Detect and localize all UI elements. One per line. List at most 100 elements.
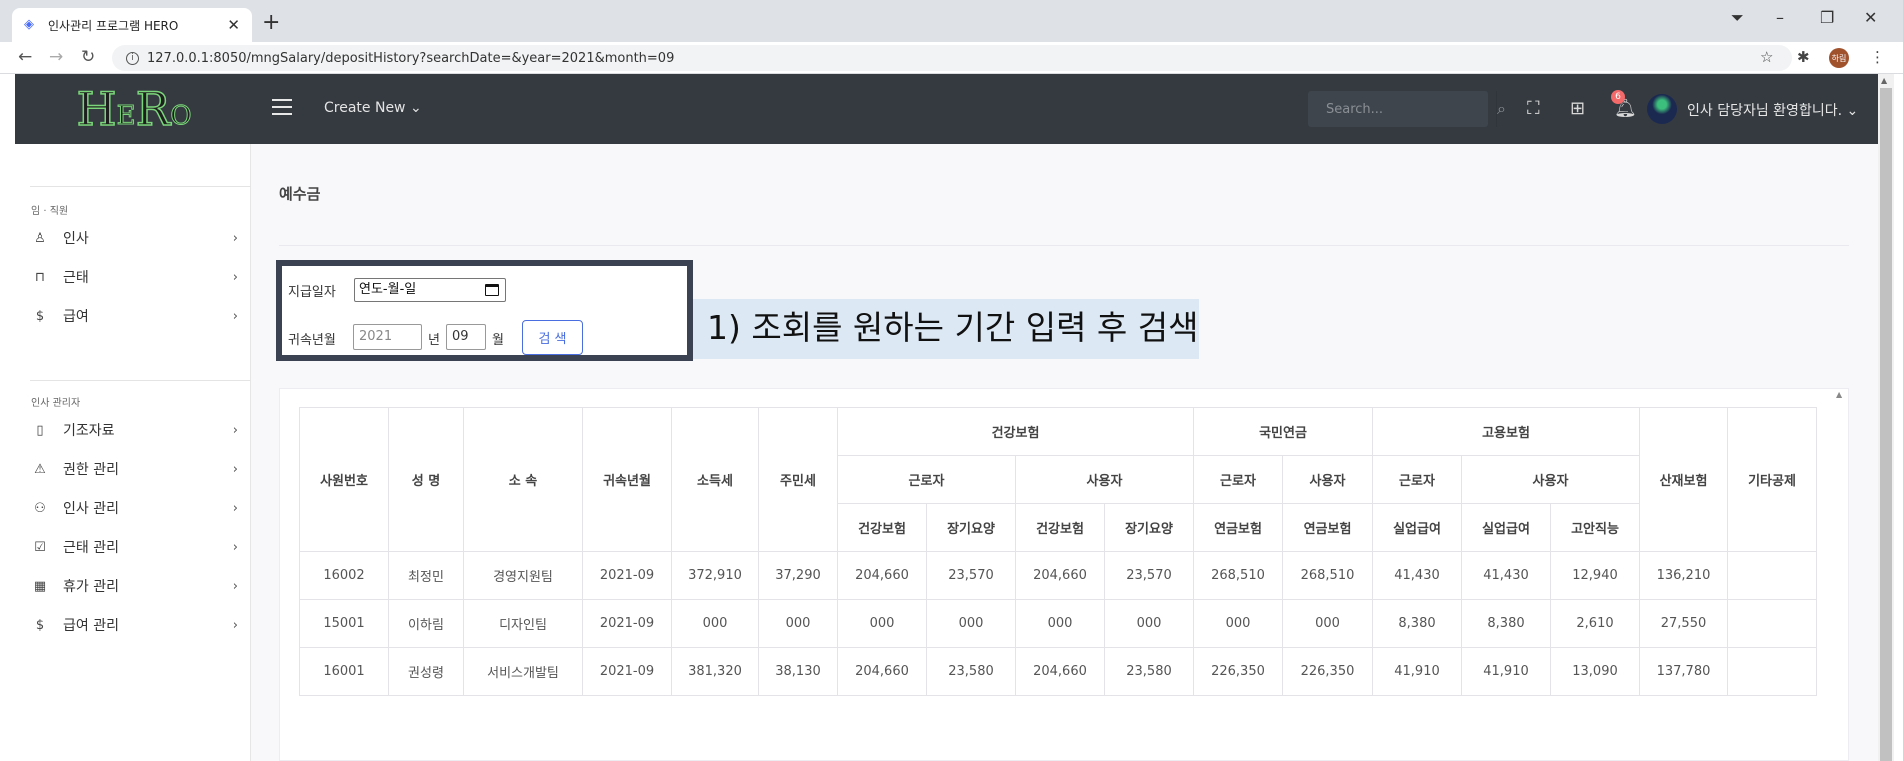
browser-profile-avatar[interactable]: 하림 (1829, 48, 1849, 68)
sidebar-section-employee: 임 · 직원 (31, 206, 69, 217)
sidebar-divider (30, 186, 251, 187)
window-close-icon[interactable]: ✕ (1864, 8, 1877, 27)
col-belong-month: 귀속년월 (582, 407, 672, 552)
table-cell: 2021-09 (582, 551, 672, 600)
restore-icon[interactable]: ❐ (1820, 8, 1834, 27)
card-scroll-up-icon[interactable]: ▲ (1836, 390, 1842, 399)
sidebar-item-hr[interactable]: ♙ 인사 › (31, 226, 246, 250)
sidebar-item-salary[interactable]: $ 급여 › (31, 304, 246, 328)
table-cell: 381,320 (671, 647, 759, 696)
table-cell: 디자인팀 (463, 599, 583, 648)
extensions-icon[interactable]: ✱ (1797, 48, 1810, 66)
table-row[interactable]: 16002 최정민 경영지원팀 2021-09 372,910 37,290 2… (299, 551, 1817, 600)
search-icon[interactable]: ⌕ (1496, 91, 1506, 127)
create-new-dropdown[interactable]: Create New ⌄ (324, 100, 422, 116)
calendar-picker-icon[interactable] (485, 284, 499, 296)
pay-date-label: 지급일자 (288, 285, 336, 300)
clipboard-icon: ▯ (36, 422, 44, 438)
user-menu[interactable]: 인사 담당자님 환영합니다. ⌄ (1687, 100, 1858, 120)
sidebar-item-hr-admin[interactable]: ⚇ 인사 관리 › (31, 496, 246, 520)
browser-tab[interactable]: ◈ 인사관리 프로그램 HERO ✕ (12, 8, 252, 42)
table-cell: 000 (758, 599, 838, 648)
header-search-input[interactable] (1308, 91, 1496, 127)
table-cell: 15001 (299, 599, 389, 648)
table-cell: 37,290 (758, 551, 838, 600)
instruction-annotation: 1) 조회를 원하는 기간 입력 후 검색 (693, 299, 1199, 359)
chevron-right-icon: › (232, 500, 238, 516)
col-health-worker: 근로자 (837, 455, 1016, 504)
table-cell: 136,210 (1639, 551, 1728, 600)
notification-count-badge: 6 (1611, 90, 1625, 104)
col-income-tax: 소득세 (671, 407, 759, 552)
chevron-right-icon: › (232, 617, 238, 633)
col-health-ins: 건강보험 (1015, 503, 1105, 552)
fullscreen-icon[interactable]: ⛶ (1527, 98, 1540, 119)
tab-close-icon[interactable]: ✕ (227, 16, 240, 34)
table-row[interactable]: 15001 이하림 디자인팀 2021-09 000 000 000 000 0… (299, 599, 1817, 648)
pay-date-input[interactable]: 연도-월-일 (354, 278, 506, 302)
table-cell: 16002 (299, 551, 389, 600)
table-cell: 41,430 (1461, 551, 1551, 600)
col-pension-worker: 근로자 (1193, 455, 1283, 504)
menu-toggle-icon[interactable] (272, 99, 292, 115)
table-cell: 204,660 (837, 551, 927, 600)
page-scrollbar-thumb[interactable] (1880, 88, 1892, 761)
table-cell: 41,430 (1372, 551, 1462, 600)
table-cell: 38,130 (758, 647, 838, 696)
bookmark-star-icon[interactable]: ☆ (1760, 48, 1773, 66)
search-button[interactable]: 검 색 (522, 320, 583, 355)
col-resident-tax: 주민세 (758, 407, 838, 552)
table-cell: 서비스개발팀 (463, 647, 583, 696)
page-scroll-up-icon[interactable]: ▲ (1881, 76, 1887, 85)
col-pension-ins: 연금보험 (1282, 503, 1373, 552)
chevron-right-icon: › (232, 269, 238, 285)
month-input[interactable]: 09 (446, 324, 486, 350)
calendar-icon: ▦ (33, 578, 47, 594)
browser-menu-icon[interactable]: ⋮ (1870, 48, 1885, 66)
app-header: HERO Create New ⌄ ⌕ ⛶ ⊞ 🔔︎ 6 인사 담당자님 환영합… (15, 74, 1878, 144)
table-cell: 23,570 (1104, 551, 1194, 600)
table-cell: 268,510 (1282, 551, 1373, 600)
new-tab-button[interactable]: + (262, 10, 280, 35)
sidebar-section-admin: 인사 관리자 (31, 398, 81, 409)
year-input[interactable]: 2021 (353, 324, 422, 350)
table-cell: 000 (926, 599, 1016, 648)
col-industrial: 산재보험 (1639, 407, 1728, 552)
hero-logo[interactable]: HERO (15, 74, 253, 144)
chevron-right-icon: › (232, 308, 238, 324)
forward-icon[interactable]: → (49, 47, 63, 67)
table-cell: 8,380 (1461, 599, 1551, 648)
col-employment-employer: 사용자 (1461, 455, 1640, 504)
chevron-right-icon: › (232, 422, 238, 438)
col-group-pension: 국민연금 (1193, 407, 1373, 456)
table-cell: 204,660 (1015, 647, 1105, 696)
col-long-term: 장기요양 (1104, 503, 1194, 552)
profile-menu-icon[interactable]: ⏷ (1731, 8, 1744, 28)
sidebar-item-salary-admin[interactable]: $ 급여 관리 › (31, 613, 246, 637)
col-emp-no: 사원번호 (299, 407, 389, 552)
user-icon: ♙ (34, 230, 46, 246)
url-text: 127.0.0.1:8050/mngSalary/depositHistory?… (147, 50, 675, 66)
reload-icon[interactable]: ↻ (81, 47, 95, 67)
url-field[interactable]: i 127.0.0.1:8050/mngSalary/depositHistor… (112, 45, 1792, 71)
sidebar-item-attendance[interactable]: ⊓ 근태 › (31, 265, 246, 289)
user-avatar[interactable] (1647, 94, 1677, 124)
table-cell: 226,350 (1282, 647, 1373, 696)
sidebar-item-attendance-admin[interactable]: ☑ 근태 관리 › (31, 535, 246, 559)
sidebar-item-base-data[interactable]: ▯ 기조자료 › (31, 418, 246, 442)
sidebar: 임 · 직원 ♙ 인사 › ⊓ 근태 › $ 급여 › 인사 관리자 ▯ 기조자… (15, 144, 251, 761)
site-info-icon[interactable]: i (126, 51, 139, 65)
col-pension-employer: 사용자 (1282, 455, 1373, 504)
table-cell: 000 (1282, 599, 1373, 648)
apps-grid-icon[interactable]: ⊞ (1570, 98, 1585, 119)
table-cell: 2021-09 (582, 647, 672, 696)
check-square-icon: ☑ (34, 539, 46, 555)
table-row[interactable]: 16001 권성령 서비스개발팀 2021-09 381,320 38,130 … (299, 647, 1817, 696)
sidebar-item-permission[interactable]: ⚠ 권한 관리 › (31, 457, 246, 481)
tab-title: 인사관리 프로그램 HERO (48, 18, 179, 33)
table-cell: 이하림 (388, 599, 464, 648)
back-icon[interactable]: ← (18, 47, 32, 67)
chevron-right-icon: › (232, 578, 238, 594)
minimize-icon[interactable]: – (1776, 8, 1784, 27)
sidebar-item-leave-admin[interactable]: ▦ 휴가 관리 › (31, 574, 246, 598)
